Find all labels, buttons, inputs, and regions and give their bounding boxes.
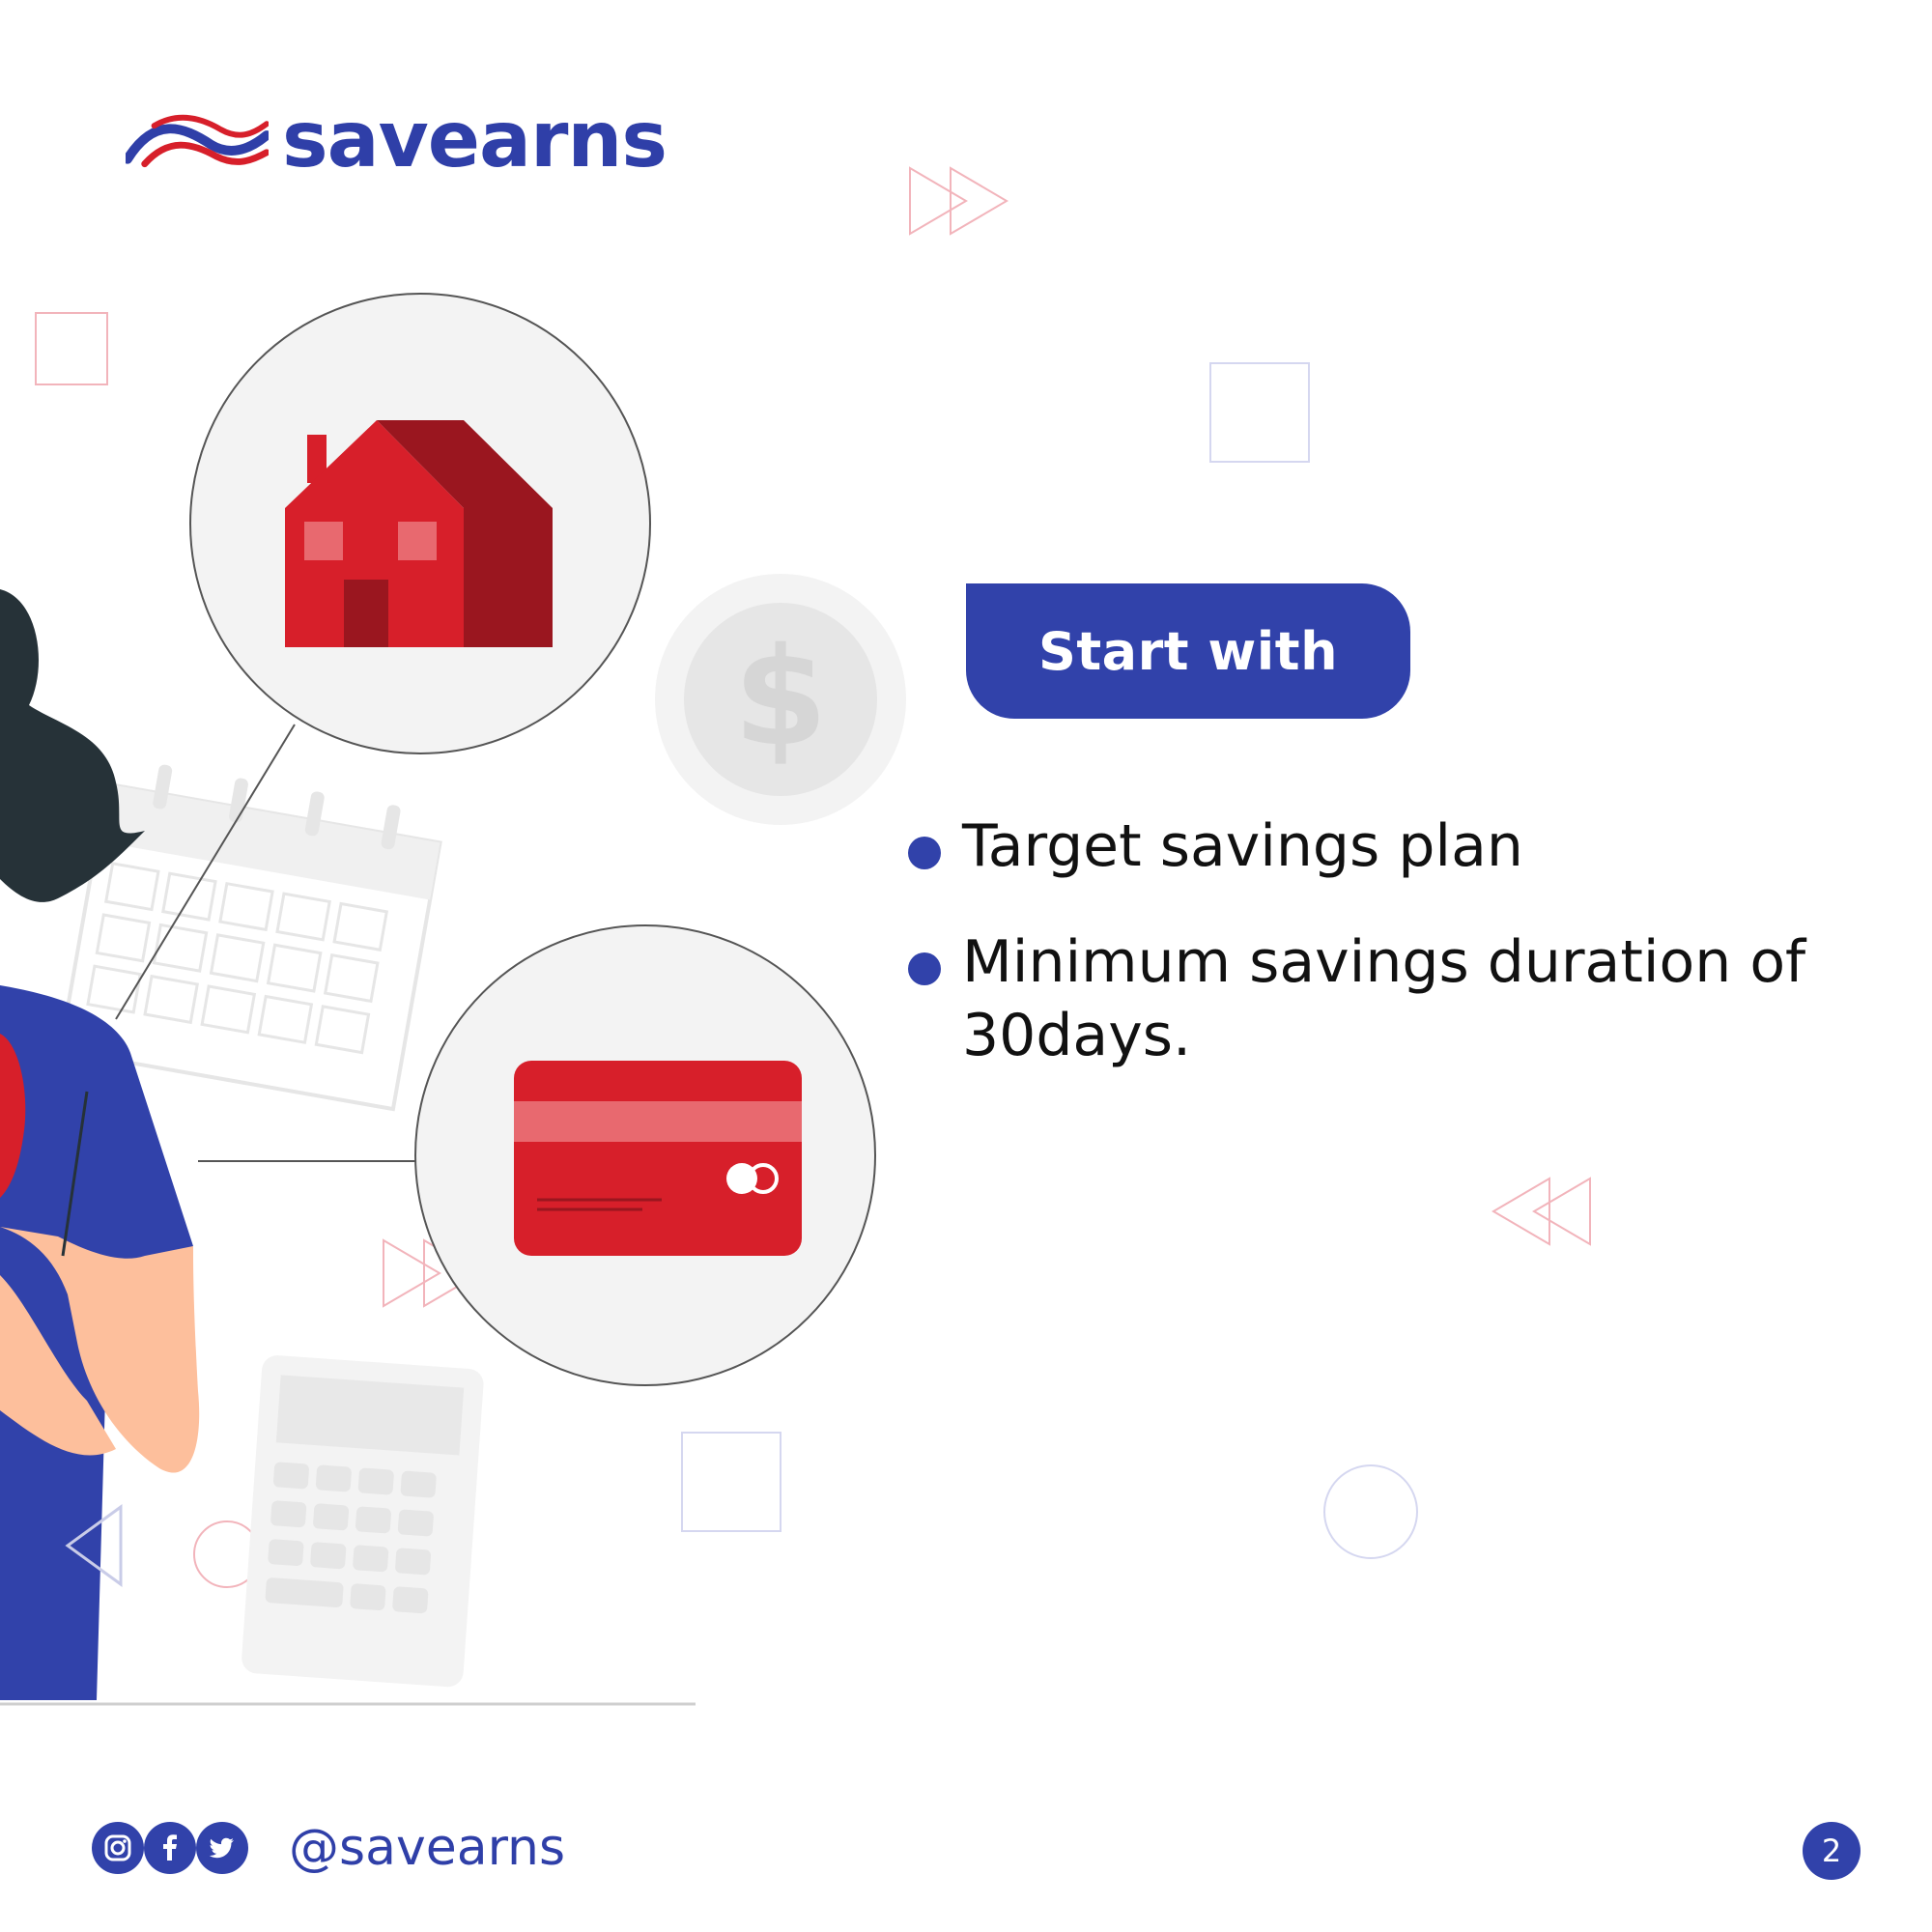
svg-text:$: $ (733, 619, 827, 777)
slide: savearns $ Start with Target savings pla… (0, 0, 1932, 1932)
social-links: @savearns (92, 1822, 565, 1874)
bullet-list: Target savings plan Minimum savings dura… (908, 810, 1874, 1115)
bullet-text: Minimum savings duration of 30days. (962, 928, 1806, 1069)
decor-square (1209, 362, 1310, 463)
instagram-icon[interactable] (92, 1822, 144, 1874)
bullet-dot-icon (908, 952, 941, 985)
bullet-dot-icon (908, 837, 941, 869)
page-number-badge: 2 (1803, 1822, 1861, 1880)
illustration: $ (0, 293, 906, 1706)
decor-circle (1323, 1464, 1418, 1559)
twitter-icon[interactable] (196, 1822, 248, 1874)
start-with-pill: Start with (966, 583, 1410, 719)
dollar-coin-icon: $ (655, 574, 906, 825)
list-item: Minimum savings duration of 30days. (908, 925, 1874, 1072)
facebook-icon[interactable] (144, 1822, 196, 1874)
pill-label: Start with (1037, 620, 1339, 682)
waves-logo-icon (126, 114, 269, 168)
logo: savearns (126, 92, 668, 188)
calculator-icon (242, 1355, 484, 1688)
list-item: Target savings plan (908, 810, 1874, 883)
credit-card-icon (414, 924, 876, 1386)
social-handle[interactable]: @savearns (289, 1823, 565, 1873)
bullet-text: Target savings plan (962, 812, 1523, 880)
decor-triangles (909, 166, 1009, 236)
house-icon (189, 293, 651, 754)
decor-triangles (1492, 1177, 1591, 1246)
woman-figure (0, 589, 200, 1700)
logo-wordmark: savearns (281, 95, 668, 185)
